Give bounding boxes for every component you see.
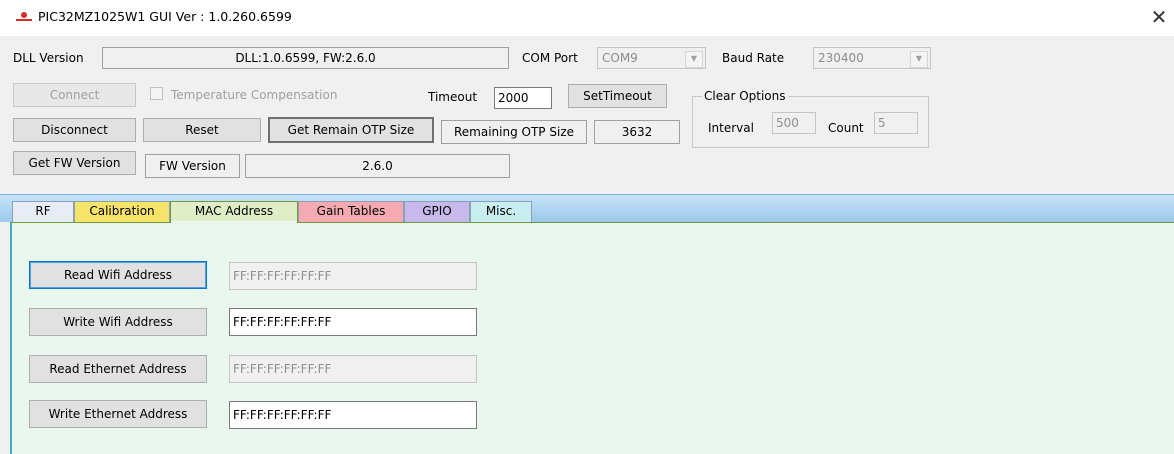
clear-options-title: Clear Options [702,88,788,104]
tab-gain-tables[interactable]: Gain Tables [298,201,404,222]
close-icon[interactable]: ✕ [1148,6,1170,28]
fw-version-value: 2.6.0 [245,154,510,178]
write-ethernet-address-button[interactable]: Write Ethernet Address [29,400,207,428]
count-label: Count [828,121,864,135]
timeout-input[interactable]: 2000 [494,87,552,109]
window-title: PIC32MZ1025W1 GUI Ver : 1.0.260.6599 [38,9,292,24]
baud-rate-select[interactable]: 230400 ▼ [813,47,931,69]
dll-version-label: DLL Version [13,51,84,65]
timeout-label: Timeout [428,90,478,104]
com-port-value: COM9 [602,51,638,65]
set-timeout-button[interactable]: SetTimeout [568,84,667,108]
get-fw-version-button[interactable]: Get FW Version [13,151,136,175]
tab-calibration[interactable]: Calibration [74,201,170,222]
connect-button[interactable]: Connect [13,83,136,107]
fw-version-label: FW Version [145,154,240,178]
interval-label: Interval [708,121,754,135]
tab-label: Calibration [89,204,155,218]
tab-gpio[interactable]: GPIO [404,201,470,222]
chevron-down-icon[interactable]: ▼ [685,51,703,68]
tab-label: Misc. [485,204,517,218]
read-ethernet-address-button[interactable]: Read Ethernet Address [29,355,207,383]
com-port-label: COM Port [522,51,578,65]
read-wifi-address-button[interactable]: Read Wifi Address [29,261,207,289]
tab-mac-address[interactable]: MAC Address [170,201,298,224]
remaining-otp-label: Remaining OTP Size [441,120,587,144]
write-wifi-address-button[interactable]: Write Wifi Address [29,308,207,336]
read-ethernet-address-field[interactable]: FF:FF:FF:FF:FF:FF [229,355,477,383]
tab-label: GPIO [422,204,452,218]
tab-label: RF [35,204,51,218]
baud-rate-value: 230400 [818,51,864,65]
disconnect-button[interactable]: Disconnect [13,118,136,142]
get-remain-otp-button[interactable]: Get Remain OTP Size [268,117,434,143]
interval-input[interactable]: 500 [772,112,816,134]
tab-label: Gain Tables [316,204,386,218]
title-bar: PIC32MZ1025W1 GUI Ver : 1.0.260.6599 ✕ [0,0,1174,36]
tab-misc[interactable]: Misc. [470,201,532,222]
write-ethernet-address-field[interactable]: FF:FF:FF:FF:FF:FF [229,401,477,429]
reset-button[interactable]: Reset [143,118,261,142]
com-port-select[interactable]: COM9 ▼ [597,47,706,69]
count-input[interactable]: 5 [874,112,918,134]
dll-version-value: DLL:1.0.6599, FW:2.6.0 [102,47,509,69]
baud-rate-label: Baud Rate [722,51,785,65]
chevron-down-icon[interactable]: ▼ [910,51,928,68]
tab-label: MAC Address [194,204,274,218]
write-wifi-address-field[interactable]: FF:FF:FF:FF:FF:FF [229,308,477,336]
temperature-compensation-label: Temperature Compensation [171,88,338,102]
tab-rf[interactable]: RF [12,201,74,222]
temperature-compensation-checkbox[interactable] [150,87,163,100]
app-logo-icon [16,12,32,21]
remaining-otp-value: 3632 [594,120,680,144]
read-wifi-address-field[interactable]: FF:FF:FF:FF:FF:FF [229,262,477,290]
